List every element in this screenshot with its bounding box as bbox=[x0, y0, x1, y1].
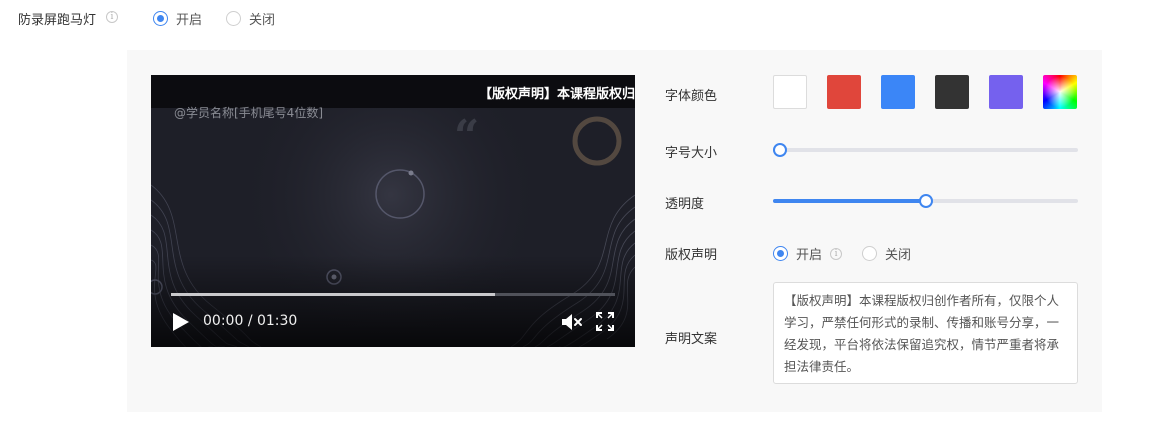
slider-fill bbox=[773, 199, 926, 203]
color-wheel-icon bbox=[1043, 75, 1077, 109]
color-swatch-custom[interactable] bbox=[1043, 75, 1077, 109]
font-size-slider[interactable] bbox=[773, 143, 1078, 157]
font-size-label: 字号大小 bbox=[665, 146, 718, 161]
copyright-off-label: 关闭 bbox=[885, 248, 912, 263]
marquee-on-label: 开启 bbox=[176, 13, 203, 28]
color-swatch-black[interactable] bbox=[935, 75, 969, 109]
marquee-label-wrap: 防录屏跑马灯 i bbox=[18, 9, 118, 28]
mute-icon[interactable] bbox=[561, 312, 583, 332]
info-icon[interactable]: i bbox=[830, 247, 843, 260]
marquee-off-label: 关闭 bbox=[249, 13, 276, 28]
progress-bar[interactable] bbox=[171, 293, 615, 296]
copy-text-label: 声明文案 bbox=[665, 332, 718, 347]
video-preview[interactable]: 【版权声明】本课程版权归 @学员名称[手机尾号4位数] “ 00:00 / 01… bbox=[151, 75, 635, 347]
marquee-off-radio[interactable]: 关闭 bbox=[226, 9, 275, 28]
color-swatch-blue[interactable] bbox=[881, 75, 915, 109]
copyright-on-radio[interactable]: 开启 i bbox=[773, 244, 843, 263]
quote-icon: “ bbox=[454, 111, 480, 162]
student-watermark: @学员名称[手机尾号4位数] bbox=[174, 106, 323, 120]
marquee-on-radio[interactable]: 开启 bbox=[153, 9, 202, 28]
opacity-slider[interactable] bbox=[773, 194, 1078, 208]
slider-track bbox=[773, 148, 1078, 152]
copyright-label: 版权声明 bbox=[665, 248, 718, 263]
radio-checked-icon bbox=[153, 11, 168, 26]
copyright-on-label: 开启 bbox=[796, 248, 823, 263]
radio-unchecked-icon bbox=[226, 11, 241, 26]
color-swatch-purple[interactable] bbox=[989, 75, 1023, 109]
play-icon[interactable] bbox=[172, 312, 190, 332]
radio-checked-icon bbox=[773, 246, 788, 261]
info-icon[interactable]: i bbox=[106, 11, 118, 23]
slider-thumb[interactable] bbox=[773, 143, 787, 157]
copy-text-textarea[interactable]: 【版权声明】本课程版权归创作者所有，仅限个人学习，严禁任何形式的录制、传播和账号… bbox=[773, 282, 1078, 384]
banner-text: 【版权声明】本课程版权归 bbox=[478, 87, 635, 102]
marquee-setting-row: 防录屏跑马灯 i 开启 关闭 bbox=[0, 0, 400, 36]
radio-unchecked-icon bbox=[862, 246, 877, 261]
time-display: 00:00 / 01:30 bbox=[203, 313, 297, 329]
duration: 01:30 bbox=[256, 313, 298, 329]
slider-thumb[interactable] bbox=[918, 194, 933, 208]
copyright-off-radio[interactable]: 关闭 bbox=[862, 244, 911, 263]
progress-fill bbox=[171, 293, 496, 296]
color-swatch-red[interactable] bbox=[827, 75, 861, 109]
marquee-label: 防录屏跑马灯 bbox=[18, 13, 97, 28]
font-color-label: 字体颜色 bbox=[665, 89, 718, 104]
current-time: 00:00 bbox=[203, 313, 244, 329]
opacity-label: 透明度 bbox=[665, 197, 705, 212]
color-swatch-white[interactable] bbox=[773, 75, 807, 109]
time-separator: / bbox=[247, 313, 253, 329]
fullscreen-icon[interactable] bbox=[596, 312, 614, 331]
